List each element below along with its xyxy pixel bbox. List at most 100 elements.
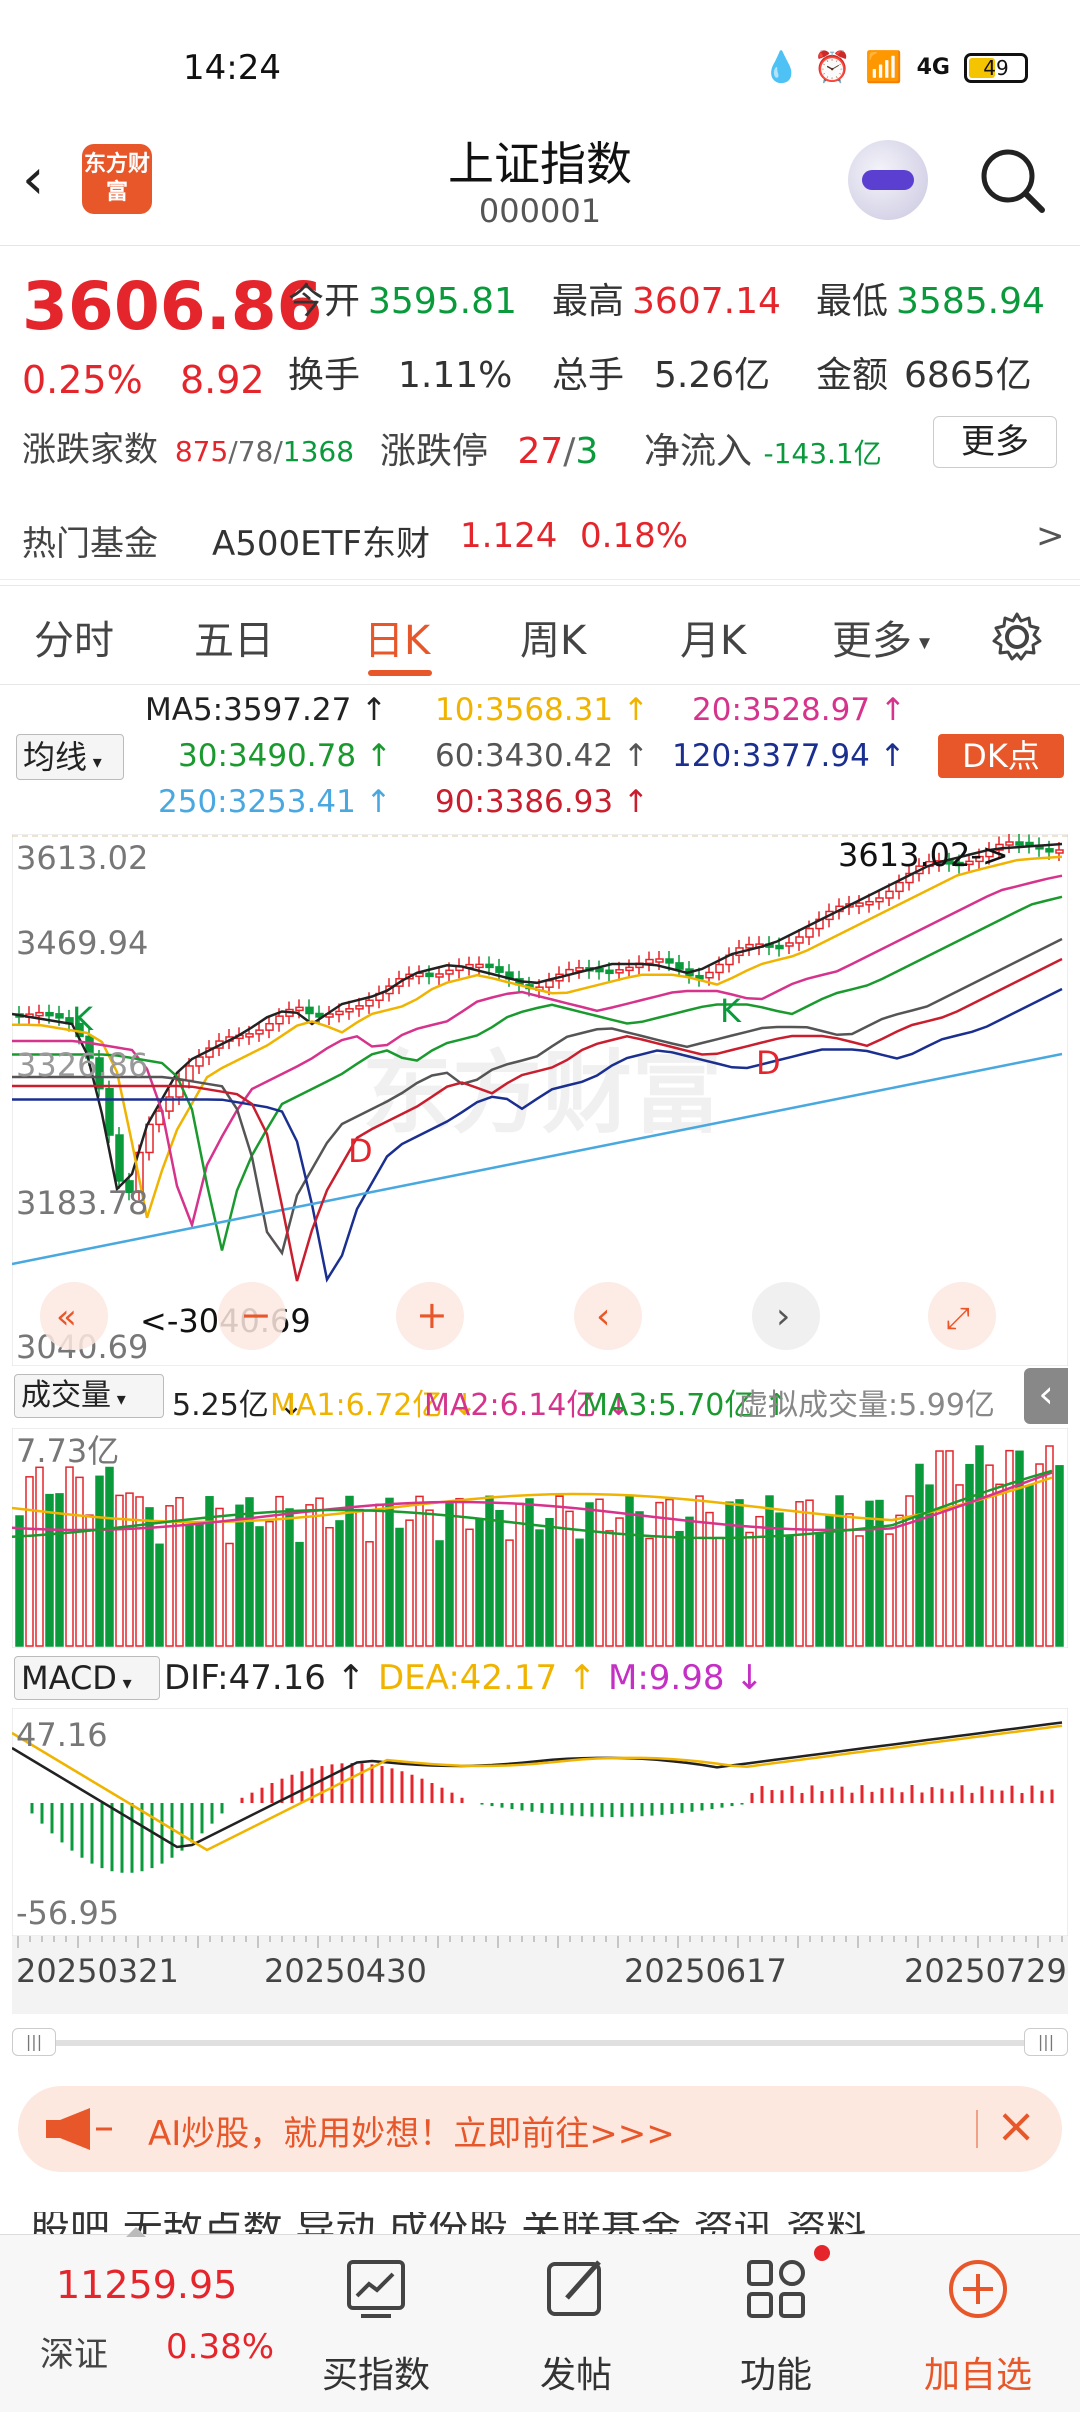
candle <box>875 897 884 903</box>
volume-bar <box>895 1514 904 1647</box>
high-field: 最高 3607.14 <box>552 281 781 322</box>
tab-five-day[interactable]: 五日 <box>194 608 274 666</box>
volume-bar <box>415 1495 424 1647</box>
candle <box>245 1033 254 1038</box>
candle <box>1045 848 1054 853</box>
volume-bar <box>565 1510 574 1647</box>
macd-y-top: 47.16 <box>16 1716 108 1754</box>
volume-bar <box>335 1520 344 1647</box>
volume-bar <box>125 1492 134 1647</box>
volume-bar <box>315 1497 324 1647</box>
d-marker: D <box>756 1044 781 1082</box>
functions-button[interactable]: 功能 <box>696 2235 856 2412</box>
candle <box>45 1011 54 1017</box>
buy-index-button[interactable]: 买指数 <box>296 2235 456 2412</box>
x-ticks <box>17 1936 1063 1948</box>
volume-bar <box>405 1519 414 1647</box>
volume-bar <box>665 1498 674 1647</box>
ma20-label: 20:3528.97 ↑ <box>692 692 906 728</box>
volume-bar <box>365 1541 374 1647</box>
fullscreen-button[interactable]: ⤢ <box>928 1282 996 1350</box>
virtual-volume: 虚拟成交量:5.99亿 <box>738 1388 995 1423</box>
volume-bar <box>455 1497 464 1647</box>
volume-bar <box>85 1514 94 1647</box>
volume-bar <box>155 1543 164 1647</box>
volume-bar <box>865 1500 874 1647</box>
volume-bar <box>575 1538 584 1647</box>
tab-intraday[interactable]: 分时 <box>34 608 114 666</box>
tab-more[interactable]: 更多 ▾ <box>832 608 930 666</box>
rewind-button[interactable]: « <box>40 1282 108 1350</box>
close-icon[interactable]: × <box>996 2098 1036 2154</box>
volume-bar <box>375 1503 384 1647</box>
zoom-out-button[interactable]: − <box>218 1282 286 1350</box>
low-field: 最低 3585.94 <box>816 281 1045 322</box>
candle <box>715 963 724 974</box>
chart-range-scrollbar[interactable]: ||| ||| <box>12 2028 1068 2056</box>
ai-promo-banner[interactable]: AI炒股，就用妙想！立即前往>>> × <box>18 2086 1062 2172</box>
candle <box>435 973 444 978</box>
candle <box>785 942 794 947</box>
kline-chart[interactable]: 东方财富 3613.02 3469.94 3326.86 3183.78 304… <box>12 834 1068 1366</box>
candle <box>425 972 434 978</box>
volume-bar <box>925 1484 934 1647</box>
network-type-icon: 4G <box>916 55 950 80</box>
volume-bar <box>385 1497 394 1647</box>
volume-bar <box>955 1484 964 1647</box>
amount-field: 金额 6865亿 <box>816 355 1032 396</box>
scroll-handle-left[interactable]: ||| <box>12 2028 56 2056</box>
zoom-in-button[interactable]: + <box>396 1282 464 1350</box>
search-icon[interactable] <box>976 144 1048 216</box>
candle <box>705 971 714 979</box>
y-label: 3326.86 <box>16 1046 148 1084</box>
volume-bar <box>635 1511 644 1647</box>
macd-select[interactable]: MACD ▾ <box>14 1656 160 1700</box>
candle <box>115 1134 124 1182</box>
macd-dif: DIF:47.16 ↑ <box>164 1658 366 1698</box>
volume-select[interactable]: 成交量 ▾ <box>14 1374 164 1418</box>
breadth-field: 涨跌家数 875/78/1368 <box>22 430 355 470</box>
header: ‹ 东方财富 上证指数 000001 <box>0 120 1080 246</box>
volume-y-top: 7.73亿 <box>16 1432 119 1470</box>
volume-bar <box>215 1507 224 1647</box>
wifi-icon: 📶 <box>865 50 903 85</box>
prev-button[interactable]: ‹ <box>574 1282 642 1350</box>
ma-type-select[interactable]: 均线 ▾ <box>16 734 124 780</box>
candle <box>475 963 484 969</box>
candle <box>795 936 804 944</box>
candle <box>645 958 654 965</box>
more-button[interactable]: 更多 <box>933 416 1057 468</box>
volume-bar <box>295 1541 304 1647</box>
k-marker: K <box>72 1000 94 1038</box>
post-button[interactable]: 发帖 <box>496 2235 656 2412</box>
add-watchlist-button[interactable]: 加自选 <box>898 2235 1058 2412</box>
candle <box>545 980 554 988</box>
tab-monthly-k[interactable]: 月K <box>680 608 746 666</box>
candle <box>335 1010 344 1016</box>
volume-bar <box>285 1508 294 1647</box>
dk-point-button[interactable]: DK点 <box>938 734 1064 778</box>
bottom-bar: 11259.95 深证 0.38% 买指数 发帖 功能 加自选 <box>0 2227 1080 2412</box>
ai-assistant-avatar[interactable] <box>848 140 928 220</box>
volume-bar <box>785 1536 794 1647</box>
chart-up-icon <box>347 2260 405 2318</box>
tab-weekly-k[interactable]: 周K <box>520 608 586 666</box>
x-label: 20250430 <box>264 1952 427 1990</box>
related-index[interactable]: 11259.95 深证 0.38% <box>0 2235 300 2412</box>
settings-gear-icon[interactable] <box>990 610 1044 664</box>
volume-bar <box>355 1508 364 1647</box>
candle <box>495 966 504 973</box>
volume-bar <box>435 1540 444 1647</box>
ma120-label: 120:3377.94 ↑ <box>672 738 906 774</box>
collapse-panel-button[interactable]: ‹ <box>1024 1368 1068 1424</box>
ma250-label: 250:3253.41 ↑ <box>158 784 392 820</box>
volume-bar <box>1055 1465 1064 1647</box>
hot-fund-row[interactable]: 热门基金 A500ETF东财 1.124 0.18% > <box>0 500 1080 580</box>
ma-legend: MA5:3597.27 ↑ 10:3568.31 ↑ 20:3528.97 ↑ … <box>0 686 1080 826</box>
scroll-handle-right[interactable]: ||| <box>1024 2028 1068 2056</box>
volume-bar <box>645 1537 654 1647</box>
volume-bar <box>745 1531 754 1647</box>
tab-daily-k[interactable]: 日K <box>364 608 430 666</box>
next-button[interactable]: › <box>752 1282 820 1350</box>
volume-bar <box>605 1530 614 1647</box>
